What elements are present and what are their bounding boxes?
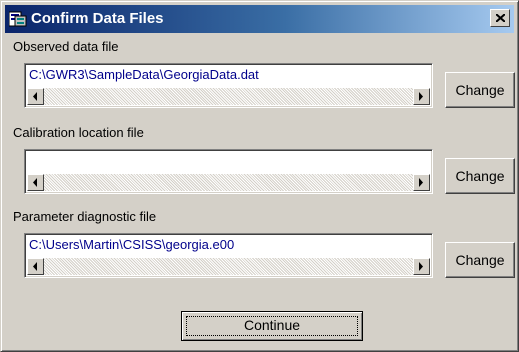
arrow-left-icon [33, 178, 37, 187]
parameter-diagnostic-file-path[interactable]: C:\Users\Martin\CSISS\georgia.e00 [29, 237, 234, 253]
continue-label: Continue [243, 317, 301, 333]
horizontal-scrollbar[interactable] [27, 258, 430, 275]
parameter-diagnostic-file-label: Parameter diagnostic file [13, 209, 157, 224]
data-files-icon [8, 11, 27, 27]
change-parameter-diagnostic-file-button[interactable]: Change [445, 242, 515, 278]
parameter-diagnostic-file-field[interactable]: C:\Users\Martin\CSISS\georgia.e00 [24, 233, 433, 278]
observed-data-file-field[interactable]: C:\GWR3\SampleData\GeorgiaData.dat [24, 63, 433, 108]
arrow-right-icon [419, 178, 423, 187]
arrow-right-icon [419, 262, 423, 271]
close-button[interactable] [490, 9, 510, 27]
scroll-right-button[interactable] [413, 258, 430, 275]
scroll-right-button[interactable] [413, 88, 430, 105]
scroll-left-button[interactable] [27, 258, 44, 275]
arrow-right-icon [419, 92, 423, 101]
arrow-left-icon [33, 262, 37, 271]
title-bar[interactable]: Confirm Data Files [5, 5, 514, 33]
arrow-left-icon [33, 92, 37, 101]
change-observed-data-file-button[interactable]: Change [445, 72, 515, 108]
close-icon [496, 14, 505, 22]
horizontal-scrollbar[interactable] [27, 88, 430, 105]
scroll-left-button[interactable] [27, 174, 44, 191]
scroll-right-button[interactable] [413, 174, 430, 191]
continue-button[interactable]: Continue [181, 311, 363, 341]
calibration-location-file-label: Calibration location file [13, 125, 144, 140]
change-calibration-location-file-button[interactable]: Change [445, 158, 515, 194]
calibration-location-file-field[interactable] [24, 149, 433, 194]
observed-data-file-label: Observed data file [13, 39, 119, 54]
scroll-left-button[interactable] [27, 88, 44, 105]
observed-data-file-path[interactable]: C:\GWR3\SampleData\GeorgiaData.dat [29, 67, 259, 83]
confirm-data-files-dialog: Confirm Data Files Observed data file C:… [0, 0, 519, 352]
horizontal-scrollbar[interactable] [27, 174, 430, 191]
window-title: Confirm Data Files [31, 10, 164, 27]
